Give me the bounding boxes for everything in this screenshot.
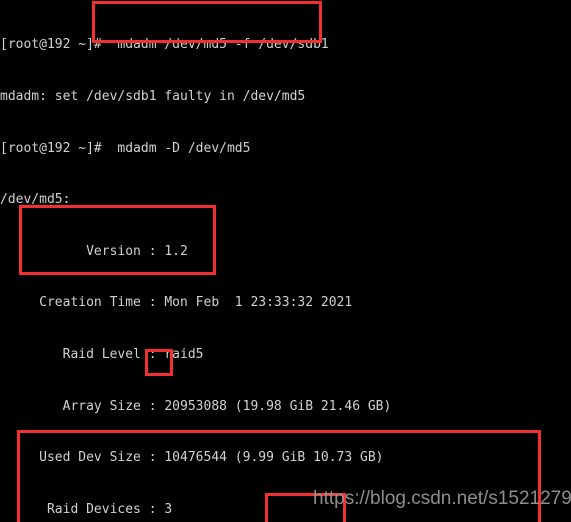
terminal-line: [root@192 ~]# mdadm -D /dev/md5 (0, 140, 251, 156)
terminal-line: /dev/md5: (0, 192, 71, 208)
terminal-line: Version : 1.2 (0, 243, 188, 259)
terminal-line: mdadm: set /dev/sdb1 faulty in /dev/md5 (0, 89, 306, 104)
terminal-line: Raid Level : raid5 (0, 346, 204, 362)
terminal-line: Creation Time : Mon Feb 1 23:33:32 2021 (0, 295, 353, 311)
terminal-line: Array Size : 20953088 (19.98 GiB 21.46 G… (0, 398, 392, 414)
terminal-window[interactable]: [root@192 ~]# mdadm /dev/md5 -f /dev/sdb… (0, 0, 571, 522)
watermark-text: https://blog.csdn.net/s15212790607 (313, 488, 571, 509)
terminal-output: [root@192 ~]# mdadm /dev/md5 -f /dev/sdb… (0, 2, 571, 522)
terminal-line: Used Dev Size : 10476544 (9.99 GiB 10.73… (0, 450, 384, 466)
terminal-line: [root@192 ~]# mdadm /dev/md5 -f /dev/sdb… (0, 37, 329, 53)
